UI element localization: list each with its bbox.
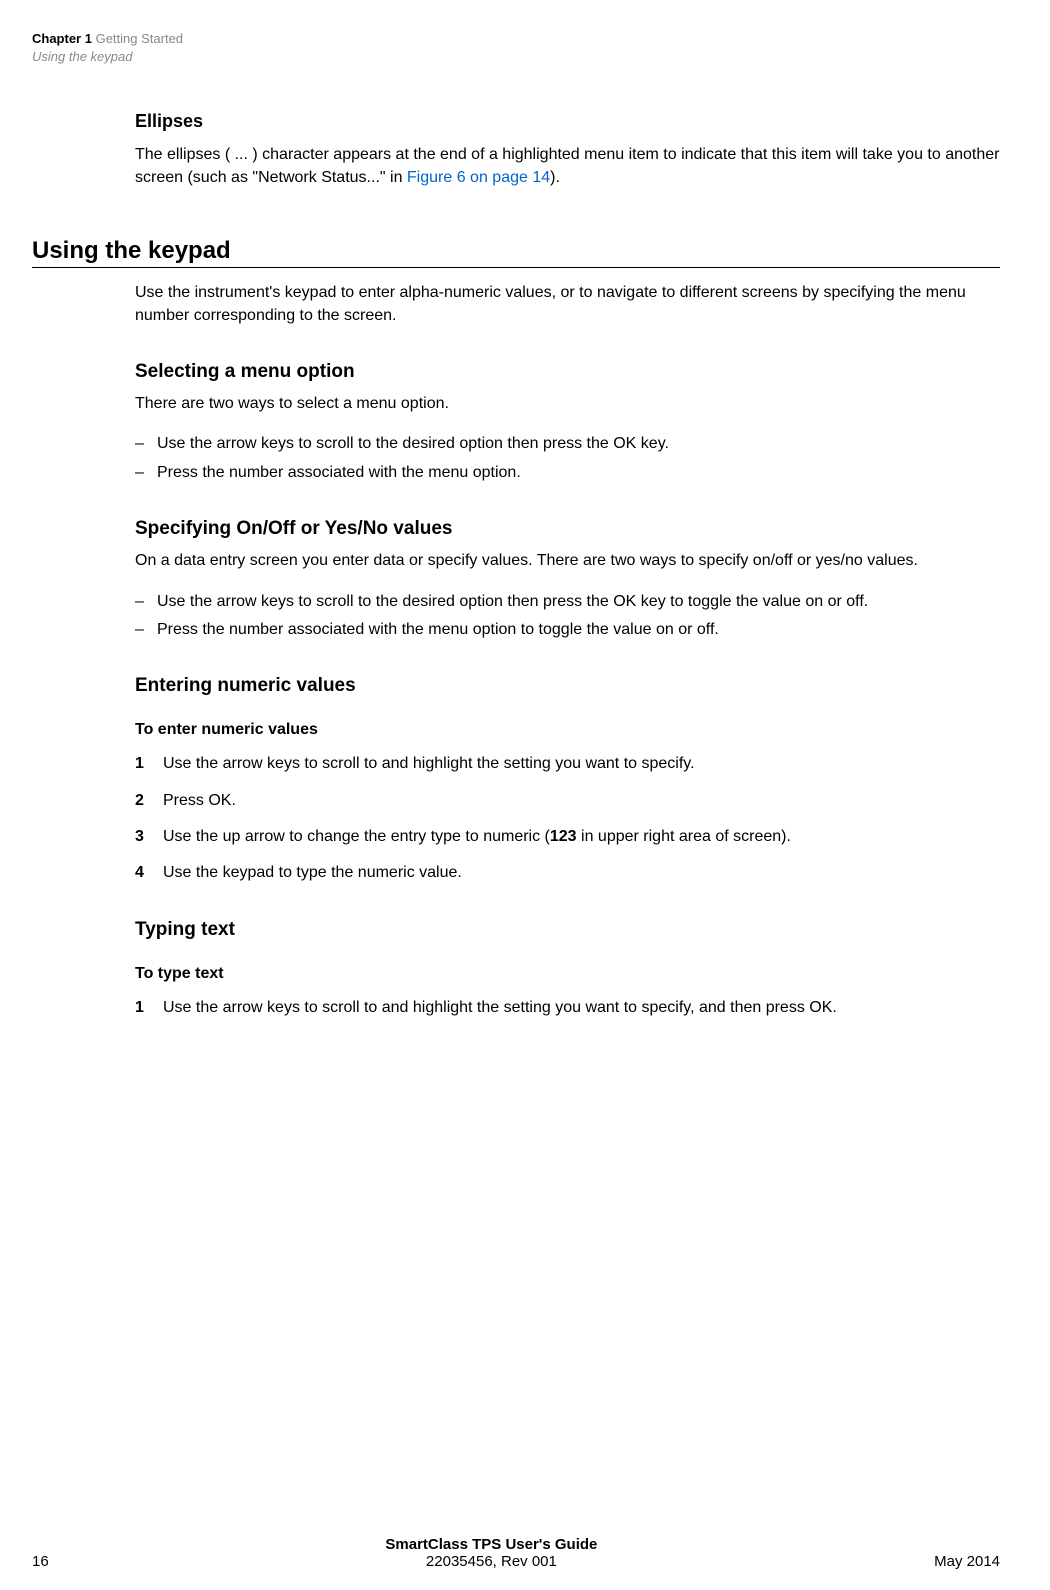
text: Use the keypad to type the numeric value…	[163, 862, 1000, 884]
step-number: 2	[135, 790, 163, 812]
step-number: 4	[135, 862, 163, 884]
heading-ellipses: Ellipses	[135, 111, 1000, 132]
text: Use the arrow keys to scroll to the desi…	[157, 433, 1000, 455]
text: Press the number associated with the men…	[157, 619, 1000, 641]
list-item: 2 Press OK.	[135, 790, 1000, 812]
text: Use the arrow keys to scroll to and high…	[163, 997, 1000, 1019]
footer-rev: 22035456, Rev 001	[385, 1553, 597, 1570]
list-item: – Press the number associated with the m…	[135, 619, 1000, 641]
figure-link[interactable]: Figure 6 on page 14	[407, 169, 550, 186]
text: Use the arrow keys to scroll to and high…	[163, 753, 1000, 775]
list-item: 1 Use the arrow keys to scroll to and hi…	[135, 753, 1000, 775]
heading-selecting: Selecting a menu option	[135, 361, 1000, 383]
heading-numeric: Entering numeric values	[135, 675, 1000, 697]
text: Press OK.	[163, 790, 1000, 812]
list-item: 3 Use the up arrow to change the entry t…	[135, 826, 1000, 848]
text: ).	[550, 169, 560, 186]
list-item: – Use the arrow keys to scroll to the de…	[135, 591, 1000, 613]
list-select: – Use the arrow keys to scroll to the de…	[135, 433, 1000, 484]
heading-using-keypad: Using the keypad	[32, 237, 1000, 268]
footer-date: May 2014	[934, 1553, 1000, 1570]
chapter-label: Chapter 1	[32, 31, 92, 46]
text: The ellipses ( ... ) character appears a…	[135, 146, 999, 185]
text: Use the up arrow to change the entry typ…	[163, 826, 1000, 848]
text: Press the number associated with the men…	[157, 462, 1000, 484]
list-numeric: 1 Use the arrow keys to scroll to and hi…	[135, 753, 1000, 885]
text: in upper right area of screen).	[577, 828, 791, 845]
header-subtitle: Using the keypad	[32, 48, 1000, 66]
page-number: 16	[32, 1553, 49, 1570]
list-item: – Press the number associated with the m…	[135, 462, 1000, 484]
page-header: Chapter 1 Getting Started Using the keyp…	[32, 30, 1000, 66]
para-onoff: On a data entry screen you enter data or…	[135, 550, 1000, 572]
dash-icon: –	[135, 433, 157, 455]
subheading-numeric: To enter numeric values	[135, 721, 1000, 739]
heading-typing: Typing text	[135, 919, 1000, 941]
list-item: 1 Use the arrow keys to scroll to and hi…	[135, 997, 1000, 1019]
text-bold: 123	[550, 828, 577, 845]
page-footer: 16 SmartClass TPS User's Guide 22035456,…	[32, 1536, 1000, 1570]
dash-icon: –	[135, 591, 157, 613]
footer-center: SmartClass TPS User's Guide 22035456, Re…	[385, 1536, 597, 1570]
para-select: There are two ways to select a menu opti…	[135, 393, 1000, 415]
step-number: 3	[135, 826, 163, 848]
heading-onoff: Specifying On/Off or Yes/No values	[135, 518, 1000, 540]
list-typing: 1 Use the arrow keys to scroll to and hi…	[135, 997, 1000, 1019]
list-item: – Use the arrow keys to scroll to the de…	[135, 433, 1000, 455]
step-number: 1	[135, 997, 163, 1019]
text: Use the up arrow to change the entry typ…	[163, 828, 550, 845]
para-ellipses: The ellipses ( ... ) character appears a…	[135, 144, 1000, 189]
list-item: 4 Use the keypad to type the numeric val…	[135, 862, 1000, 884]
subheading-typing: To type text	[135, 965, 1000, 983]
dash-icon: –	[135, 619, 157, 641]
chapter-title: Getting Started	[96, 31, 183, 46]
footer-title: SmartClass TPS User's Guide	[385, 1536, 597, 1553]
dash-icon: –	[135, 462, 157, 484]
step-number: 1	[135, 753, 163, 775]
text: Use the arrow keys to scroll to the desi…	[157, 591, 1000, 613]
list-onoff: – Use the arrow keys to scroll to the de…	[135, 591, 1000, 642]
para-intro: Use the instrument's keypad to enter alp…	[135, 282, 1000, 327]
